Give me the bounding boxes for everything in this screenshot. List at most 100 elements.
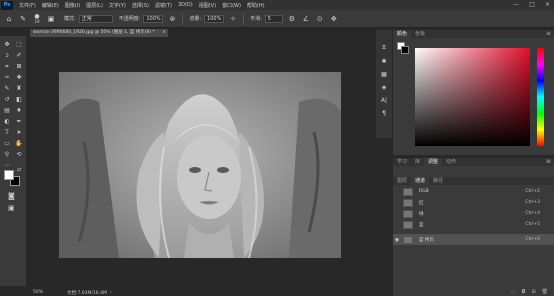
channel-row-blue[interactable]: 蓝 Ctrl+5: [393, 219, 554, 230]
channel-row-blue-copy[interactable]: ◉ 蓝 拷贝 Ctrl+6: [393, 234, 554, 245]
channel-row-green[interactable]: 绿 Ctrl+4: [393, 208, 554, 219]
blur-tool-icon[interactable]: ♦: [14, 106, 25, 115]
options-divider: [182, 12, 184, 25]
eyedropper-tool-icon[interactable]: ✑: [2, 73, 13, 82]
tab-actions[interactable]: 动作: [442, 158, 460, 166]
tab-swatches[interactable]: 色板: [411, 30, 429, 38]
menu-type[interactable]: 文字(Y): [109, 2, 126, 9]
gradient-tool-icon[interactable]: ▤: [2, 106, 13, 115]
dodge-tool-icon[interactable]: ◐: [2, 117, 13, 126]
flow-field[interactable]: 100%: [204, 14, 225, 23]
lasso-tool-icon[interactable]: ↄ: [2, 51, 13, 60]
menu-view[interactable]: 视图(V): [199, 2, 216, 9]
mode-select[interactable]: 正常: [78, 14, 113, 23]
swap-colors-icon[interactable]: ⇄: [17, 167, 21, 173]
panel-menu-icon[interactable]: ≡: [546, 30, 551, 38]
channel-shortcut: Ctrl+5: [525, 222, 540, 227]
symmetry-icon[interactable]: ✥: [329, 14, 339, 24]
path-selection-tool-icon[interactable]: ➤: [14, 128, 25, 137]
brush-preset-picker-icon[interactable]: ● 19: [32, 13, 42, 24]
status-arrow-icon[interactable]: ›: [110, 290, 112, 295]
3d-panel-icon[interactable]: ◈: [382, 84, 387, 91]
screen-mode-icon[interactable]: ▣: [8, 204, 15, 212]
brush-tool-icon[interactable]: ✎: [2, 84, 13, 93]
channel-name: 蓝: [419, 222, 424, 228]
pressure-size-icon[interactable]: ⊙: [315, 14, 325, 24]
channel-row-red[interactable]: 红 Ctrl+3: [393, 197, 554, 208]
tab-paths[interactable]: 路径: [429, 177, 447, 185]
hue-slider[interactable]: [537, 48, 544, 146]
options-bar: ⌂ ✎ ● 19 ▣ 模式: 正常 不透明度: 100% ⊛ 流量: 100% …: [0, 10, 554, 28]
close-window-button[interactable]: ✕: [545, 1, 550, 8]
brush-tool-preset-icon[interactable]: ✎: [18, 14, 28, 24]
angle-icon[interactable]: ∠: [301, 14, 311, 24]
smoothing-settings-icon[interactable]: ⚙: [287, 14, 297, 24]
quick-selection-tool-icon[interactable]: ✐: [14, 51, 25, 60]
clone-stamp-tool-icon[interactable]: ♜: [14, 84, 25, 93]
foreground-color-swatch[interactable]: [4, 170, 14, 180]
menu-layer[interactable]: 图层(L): [86, 2, 103, 9]
quick-mask-icon[interactable]: ◙: [8, 192, 15, 200]
zoom-level[interactable]: 50%: [33, 290, 63, 295]
color-picker-field[interactable]: [415, 48, 530, 146]
close-document-icon[interactable]: ×: [162, 29, 166, 37]
brush-settings-panel-icon[interactable]: ✱: [381, 58, 386, 65]
home-icon[interactable]: ⌂: [4, 14, 14, 24]
menu-file[interactable]: 文件(F): [19, 2, 36, 9]
menu-filter[interactable]: 滤镜(T): [155, 2, 172, 9]
more-tools-icon[interactable]: ⋯: [2, 161, 13, 170]
eye-icon[interactable]: ◉: [393, 237, 401, 243]
tab-layers[interactable]: 图层: [393, 177, 411, 185]
channel-thumbnail: [403, 235, 413, 244]
document-tab[interactable]: woman-3990680_1920.jpg @ 50% (图层 1, 蓝 拷贝…: [30, 29, 168, 37]
maximize-button[interactable]: □: [529, 1, 535, 8]
crop-tool-icon[interactable]: ⌗: [2, 62, 13, 71]
smoothing-field[interactable]: 5: [264, 14, 283, 23]
pen-tool-icon[interactable]: ✒: [14, 117, 25, 126]
brush-settings-icon[interactable]: ▣: [46, 14, 56, 24]
character-panel-icon[interactable]: A|: [381, 97, 387, 104]
tab-channels[interactable]: 通道: [411, 177, 430, 185]
load-selection-icon[interactable]: ◌: [511, 289, 515, 295]
type-tool-icon[interactable]: T: [2, 128, 13, 137]
channels-panel-menu-icon[interactable]: ≡: [546, 158, 551, 166]
delete-channel-icon[interactable]: 🗑: [542, 289, 548, 295]
menu-3d[interactable]: 3D(D): [178, 2, 193, 8]
save-selection-icon[interactable]: ◘: [521, 289, 525, 295]
healing-brush-tool-icon[interactable]: ✚: [14, 73, 25, 82]
menu-select[interactable]: 选择(S): [132, 2, 149, 9]
window-controls: — □ ✕: [513, 1, 550, 8]
menu-bar: Ps 文件(F) 编辑(E) 图像(I) 图层(L) 文字(Y) 选择(S) 滤…: [0, 0, 554, 10]
document-image[interactable]: [59, 72, 341, 258]
channel-row-rgb[interactable]: RGB Ctrl+2: [393, 186, 554, 197]
eraser-tool-icon[interactable]: ◧: [14, 95, 25, 104]
pressure-opacity-icon[interactable]: ⊛: [167, 14, 177, 24]
zoom-tool-icon[interactable]: ⚲: [2, 150, 13, 159]
hand-tool-icon[interactable]: ✋: [14, 139, 25, 148]
minimize-button[interactable]: —: [513, 1, 519, 8]
airbrush-icon[interactable]: ✧: [228, 14, 238, 24]
move-tool-icon[interactable]: ✥: [2, 40, 13, 49]
history-panel-icon[interactable]: ⧖: [382, 44, 386, 52]
tab-learn[interactable]: 学习: [393, 158, 411, 166]
paragraph-panel-icon[interactable]: ¶: [382, 110, 386, 117]
new-channel-icon[interactable]: ⊞: [531, 289, 535, 295]
channel-thumbnail: [403, 187, 413, 196]
options-divider-2: [243, 12, 245, 25]
menu-image[interactable]: 图像(I): [65, 2, 80, 9]
menu-window[interactable]: 窗口(W): [222, 2, 241, 9]
opacity-field[interactable]: 100%: [143, 14, 164, 23]
menu-help[interactable]: 帮助(H): [247, 2, 265, 9]
frame-tool-icon[interactable]: ⊠: [14, 62, 25, 71]
tab-adjustments[interactable]: 调整: [424, 158, 443, 166]
history-brush-tool-icon[interactable]: ↺: [2, 95, 13, 104]
menu-edit[interactable]: 编辑(E): [42, 2, 59, 9]
rotate-view-tool-icon[interactable]: ⟲: [14, 150, 25, 159]
brushes-panel-icon[interactable]: ▦: [381, 71, 387, 78]
tab-libraries[interactable]: 库: [411, 158, 424, 166]
shape-tool-icon[interactable]: ▭: [2, 139, 13, 148]
tab-color[interactable]: 颜色: [393, 30, 412, 38]
channel-shortcut: Ctrl+4: [525, 211, 540, 216]
panel-bg-swatch[interactable]: [401, 46, 409, 54]
marquee-tool-icon[interactable]: ⬚: [14, 40, 25, 49]
